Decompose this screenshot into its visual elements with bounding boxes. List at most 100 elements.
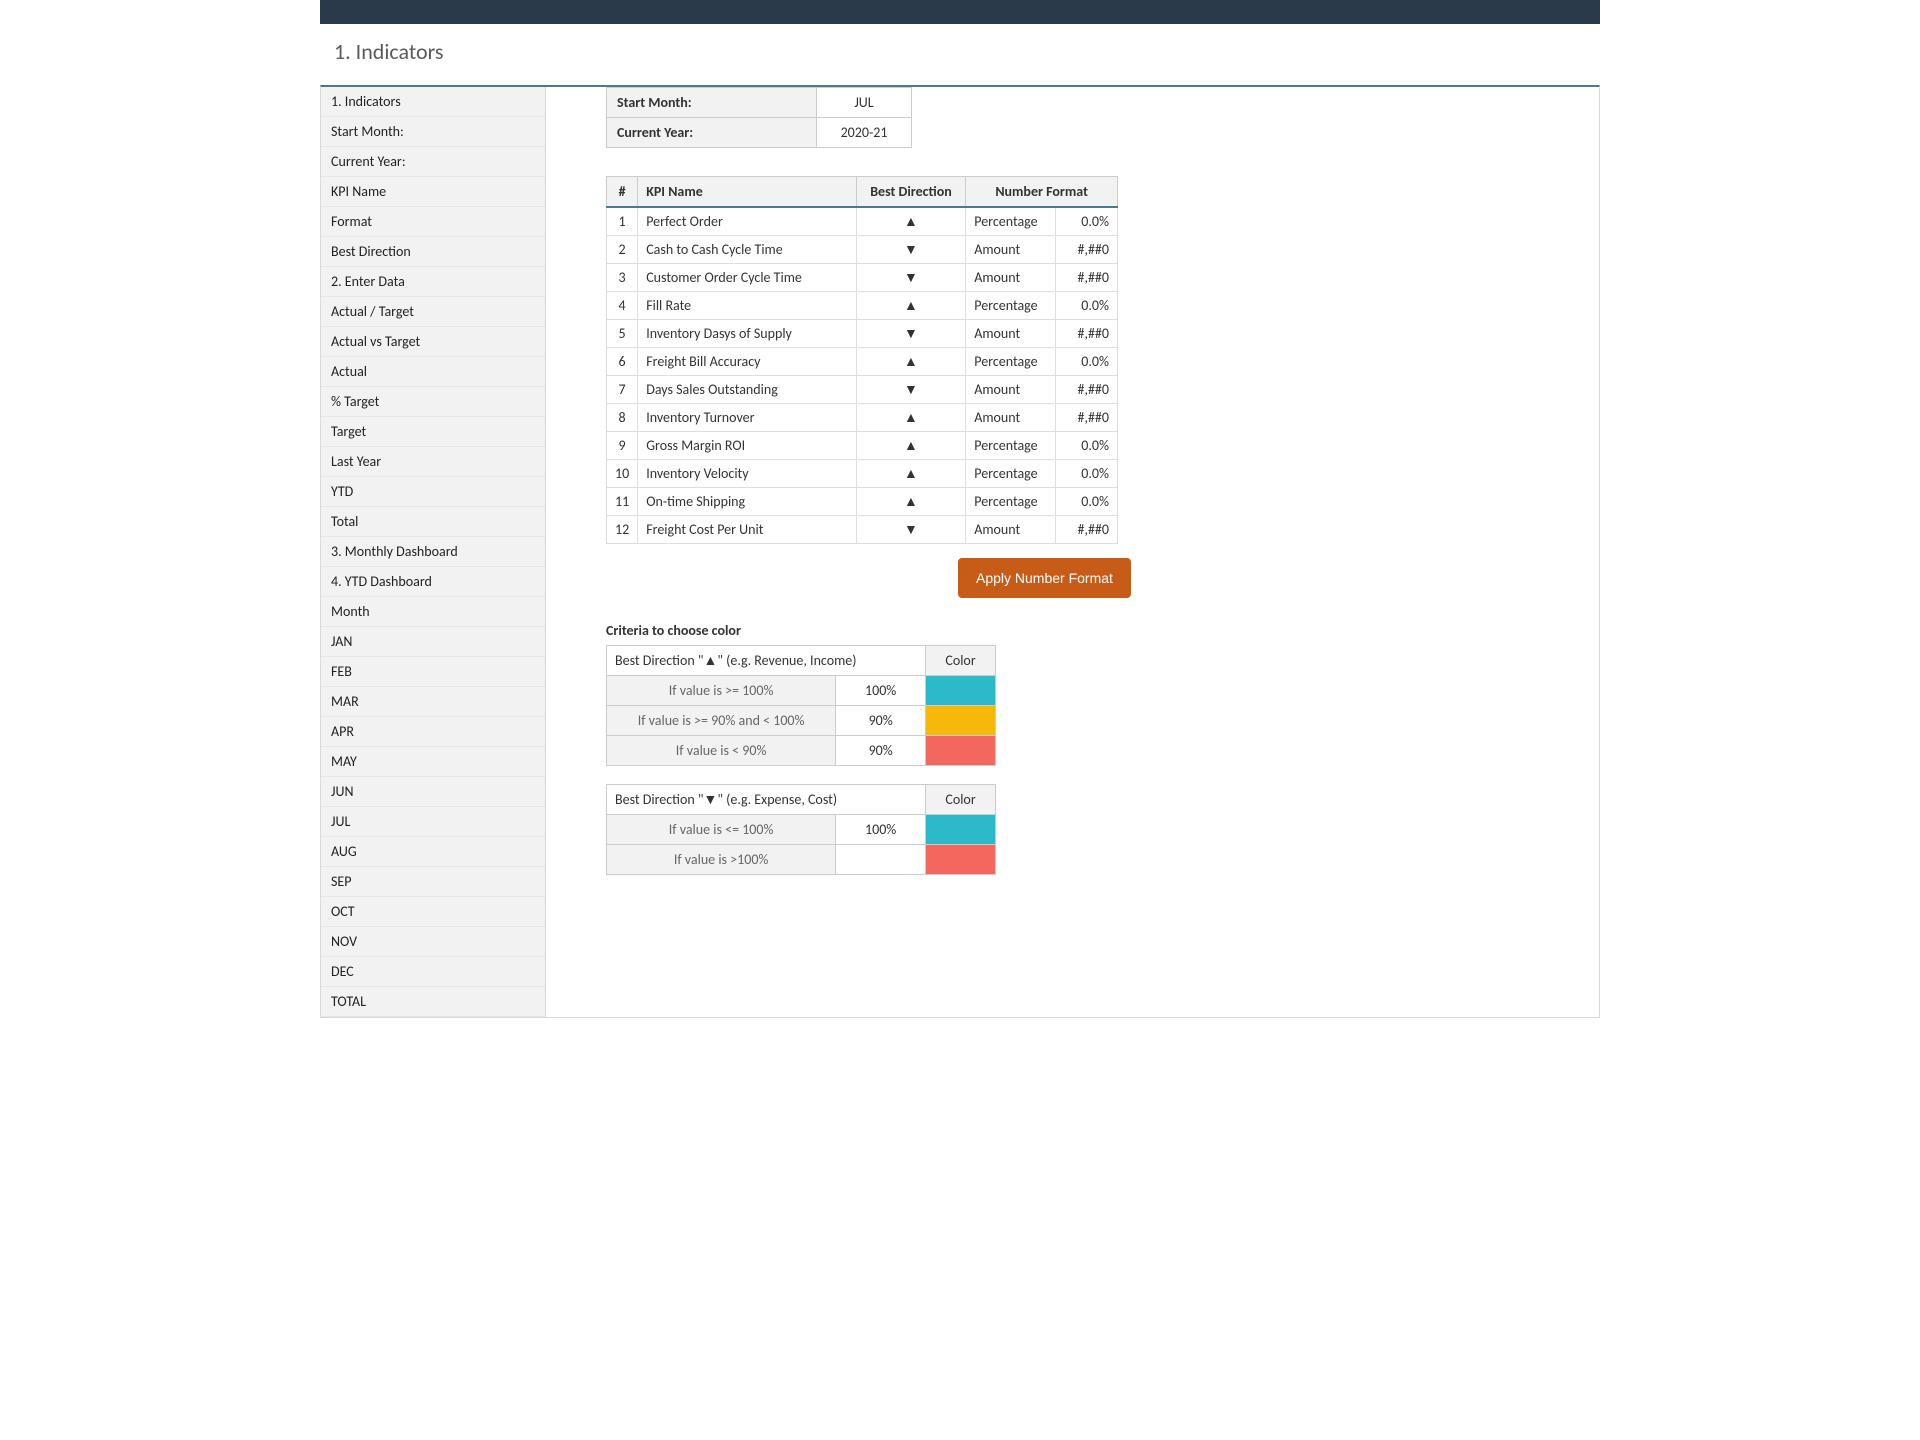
col-header-format: Number Format [966, 177, 1118, 208]
sidebar-item[interactable]: TOTAL [321, 987, 545, 1017]
apply-number-format-button[interactable]: Apply Number Format [958, 558, 1131, 598]
main: Start Month: JUL Current Year: 2020-21 #… [606, 87, 1599, 1017]
sidebar-item[interactable]: AUG [321, 837, 545, 867]
criteria-title: Criteria to choose color [606, 622, 1559, 639]
cell-kpi-name[interactable]: Inventory Turnover [638, 404, 857, 432]
table-row: 8Inventory Turnover▲Amount#,##0 [607, 404, 1118, 432]
sidebar-item[interactable]: NOV [321, 927, 545, 957]
sidebar-item[interactable]: Month [321, 597, 545, 627]
cell-format-pattern[interactable]: #,##0 [1056, 236, 1118, 264]
cell-format-pattern[interactable]: #,##0 [1056, 516, 1118, 544]
sidebar-item[interactable]: KPI Name [321, 177, 545, 207]
cell-format-type[interactable]: Percentage [966, 488, 1056, 516]
sidebar-item[interactable]: Last Year [321, 447, 545, 477]
sidebar-item[interactable]: MAY [321, 747, 545, 777]
criteria-down-color-header: Color [926, 785, 996, 815]
cell-format-pattern[interactable]: 0.0% [1056, 432, 1118, 460]
criteria-value[interactable]: 90% [836, 736, 926, 766]
sidebar-item[interactable]: 4. YTD Dashboard [321, 567, 545, 597]
cell-kpi-name[interactable]: Cash to Cash Cycle Time [638, 236, 857, 264]
criteria-value[interactable]: 100% [836, 676, 926, 706]
start-month-value[interactable]: JUL [817, 88, 912, 118]
cell-kpi-name[interactable]: On-time Shipping [638, 488, 857, 516]
cell-format-type[interactable]: Percentage [966, 432, 1056, 460]
criteria-rule: If value is < 90% [607, 736, 836, 766]
current-year-value[interactable]: 2020-21 [817, 118, 912, 148]
criteria-value[interactable]: 100% [836, 815, 926, 845]
sidebar-item[interactable]: 2. Enter Data [321, 267, 545, 297]
sidebar-item[interactable]: Format [321, 207, 545, 237]
sidebar-item[interactable]: Target [321, 417, 545, 447]
cell-num: 3 [607, 264, 638, 292]
properties-table: Start Month: JUL Current Year: 2020-21 [606, 87, 912, 148]
cell-format-type[interactable]: Amount [966, 264, 1056, 292]
cell-format-type[interactable]: Amount [966, 404, 1056, 432]
sidebar-item[interactable]: OCT [321, 897, 545, 927]
cell-format-pattern[interactable]: #,##0 [1056, 264, 1118, 292]
sidebar-item[interactable]: Actual vs Target [321, 327, 545, 357]
cell-direction[interactable]: ▲ [856, 348, 966, 376]
col-header-num: # [607, 177, 638, 208]
table-row: 5Inventory Dasys of Supply▼Amount#,##0 [607, 320, 1118, 348]
cell-format-type[interactable]: Percentage [966, 348, 1056, 376]
cell-kpi-name[interactable]: Inventory Dasys of Supply [638, 320, 857, 348]
cell-kpi-name[interactable]: Days Sales Outstanding [638, 376, 857, 404]
cell-format-type[interactable]: Amount [966, 320, 1056, 348]
cell-direction[interactable]: ▼ [856, 376, 966, 404]
sidebar-item[interactable]: Actual / Target [321, 297, 545, 327]
cell-direction[interactable]: ▲ [856, 488, 966, 516]
cell-format-type[interactable]: Percentage [966, 460, 1056, 488]
sidebar-item[interactable]: JUL [321, 807, 545, 837]
cell-kpi-name[interactable]: Freight Cost Per Unit [638, 516, 857, 544]
cell-direction[interactable]: ▼ [856, 516, 966, 544]
sidebar-item[interactable]: Total [321, 507, 545, 537]
cell-format-pattern[interactable]: 0.0% [1056, 460, 1118, 488]
cell-direction[interactable]: ▲ [856, 460, 966, 488]
sidebar-item[interactable]: Best Direction [321, 237, 545, 267]
cell-direction[interactable]: ▼ [856, 236, 966, 264]
cell-direction[interactable]: ▼ [856, 320, 966, 348]
sidebar-item[interactable]: Start Month: [321, 117, 545, 147]
sidebar-item[interactable]: Actual [321, 357, 545, 387]
cell-format-pattern[interactable]: #,##0 [1056, 404, 1118, 432]
sidebar-item[interactable]: 1. Indicators [321, 87, 545, 117]
sidebar-item[interactable]: APR [321, 717, 545, 747]
col-header-direction: Best Direction [856, 177, 966, 208]
cell-format-type[interactable]: Amount [966, 516, 1056, 544]
cell-kpi-name[interactable]: Gross Margin ROI [638, 432, 857, 460]
sidebar-item[interactable]: SEP [321, 867, 545, 897]
cell-format-type[interactable]: Percentage [966, 292, 1056, 320]
sidebar-item[interactable]: YTD [321, 477, 545, 507]
sidebar-item[interactable]: JAN [321, 627, 545, 657]
cell-kpi-name[interactable]: Freight Bill Accuracy [638, 348, 857, 376]
cell-kpi-name[interactable]: Inventory Velocity [638, 460, 857, 488]
cell-direction[interactable]: ▲ [856, 404, 966, 432]
cell-format-pattern[interactable]: #,##0 [1056, 376, 1118, 404]
cell-format-pattern[interactable]: 0.0% [1056, 488, 1118, 516]
cell-num: 12 [607, 516, 638, 544]
cell-format-pattern[interactable]: 0.0% [1056, 348, 1118, 376]
sidebar: 1. IndicatorsStart Month:Current Year:KP… [321, 87, 546, 1017]
cell-format-type[interactable]: Percentage [966, 207, 1056, 236]
cell-direction[interactable]: ▲ [856, 432, 966, 460]
cell-format-pattern[interactable]: 0.0% [1056, 292, 1118, 320]
criteria-value[interactable] [836, 845, 926, 875]
sidebar-item[interactable]: % Target [321, 387, 545, 417]
sidebar-item[interactable]: 3. Monthly Dashboard [321, 537, 545, 567]
criteria-value[interactable]: 90% [836, 706, 926, 736]
cell-format-type[interactable]: Amount [966, 236, 1056, 264]
cell-kpi-name[interactable]: Customer Order Cycle Time [638, 264, 857, 292]
cell-direction[interactable]: ▲ [856, 207, 966, 236]
sidebar-item[interactable]: Current Year: [321, 147, 545, 177]
cell-format-pattern[interactable]: 0.0% [1056, 207, 1118, 236]
sidebar-item[interactable]: JUN [321, 777, 545, 807]
cell-direction[interactable]: ▲ [856, 292, 966, 320]
cell-kpi-name[interactable]: Perfect Order [638, 207, 857, 236]
cell-direction[interactable]: ▼ [856, 264, 966, 292]
sidebar-item[interactable]: MAR [321, 687, 545, 717]
cell-format-pattern[interactable]: #,##0 [1056, 320, 1118, 348]
cell-kpi-name[interactable]: Fill Rate [638, 292, 857, 320]
cell-format-type[interactable]: Amount [966, 376, 1056, 404]
sidebar-item[interactable]: FEB [321, 657, 545, 687]
sidebar-item[interactable]: DEC [321, 957, 545, 987]
